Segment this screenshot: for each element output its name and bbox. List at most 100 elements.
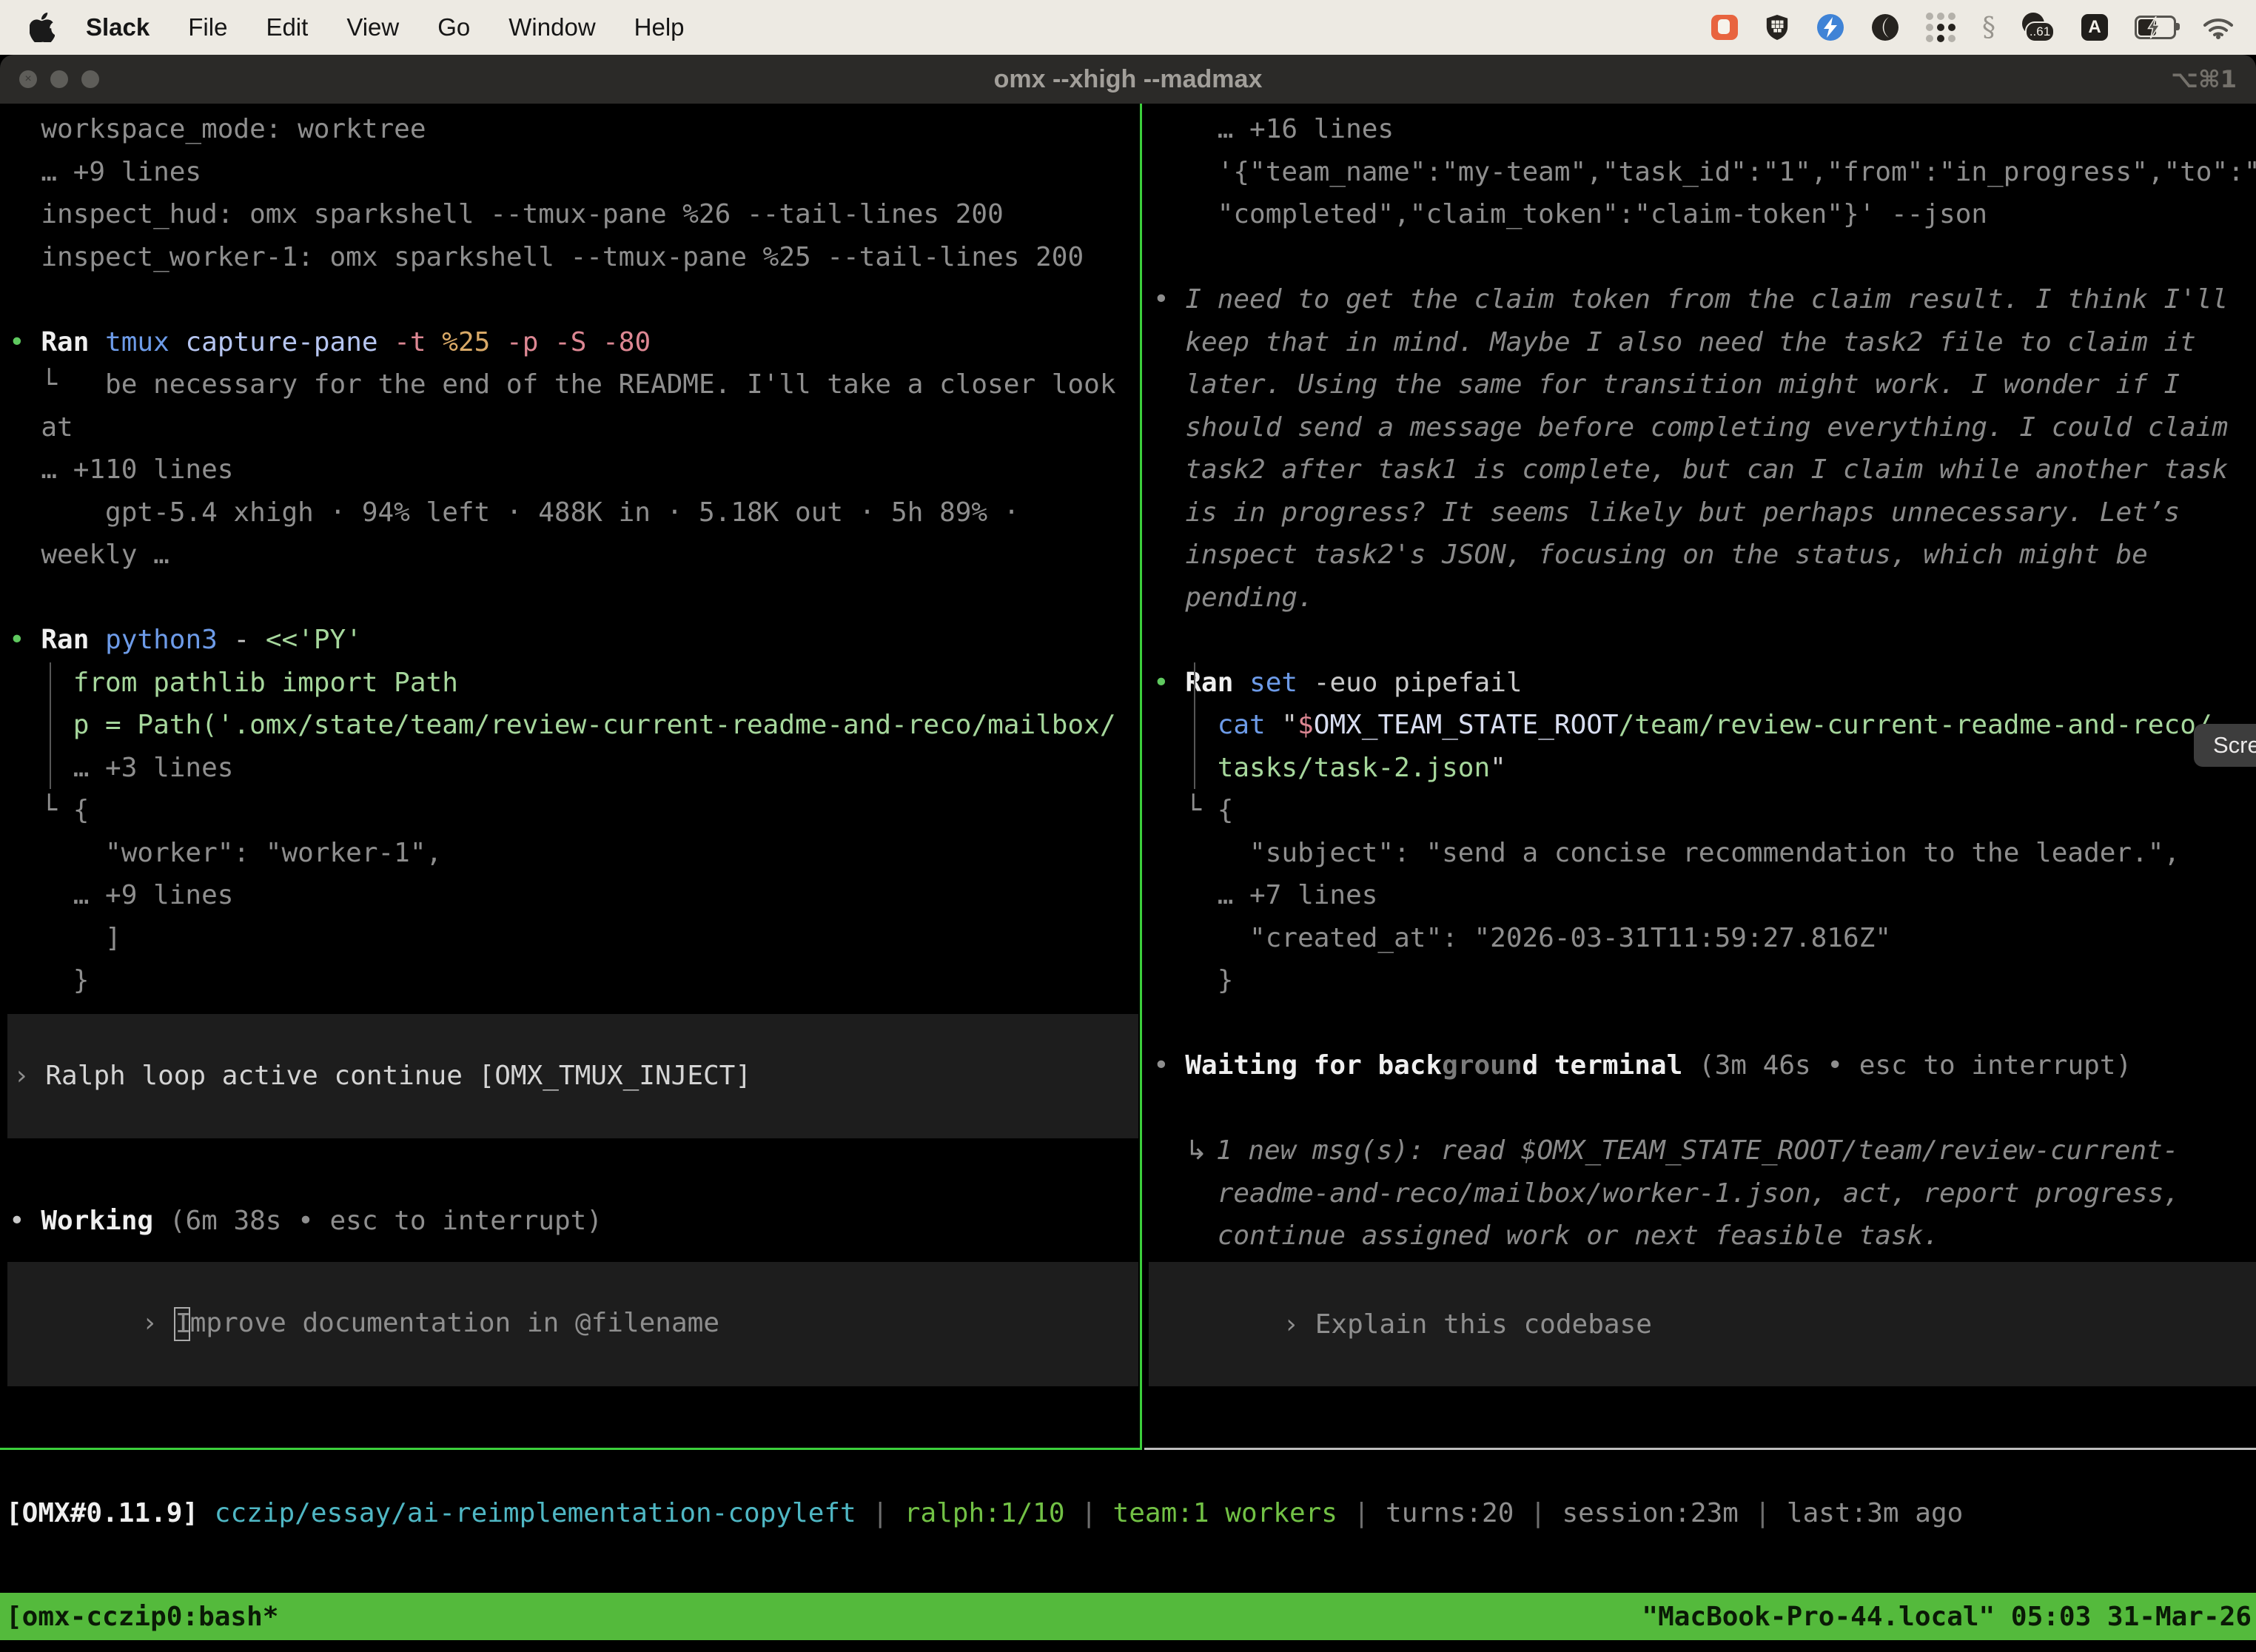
right-input-placeholder: Explain this codebase (1315, 1309, 1652, 1340)
dots-grid-icon[interactable] (1926, 13, 1955, 42)
right-pane-lines: … +16 lines '{"team_name":"my-team","tas… (1147, 108, 2256, 1300)
ralph-loop-banner: › Ralph loop active continue [OMX_TMUX_I… (7, 1014, 1138, 1138)
crescent-icon[interactable] (1871, 13, 1899, 41)
terminal-line: • Waiting for background terminal (3m 46… (1153, 1044, 2256, 1087)
terminal-line: inspect_hud: omx sparkshell --tmux-pane … (9, 193, 1140, 236)
input-source-icon[interactable]: A (2081, 14, 2108, 41)
terminal-area: workspace_mode: worktree … +9 lines insp… (0, 104, 2256, 1652)
terminal-line: … +16 lines (1153, 108, 2256, 151)
prompt-chevron-icon: › (141, 1308, 173, 1338)
terminal-line: • I need to get the claim token from the… (1153, 278, 2256, 321)
battery-icon[interactable] (2135, 16, 2176, 39)
terminal-line: } (1153, 959, 2256, 1002)
menu-item[interactable]: Edit (266, 13, 308, 41)
terminal-line: └ be necessary for the end of the README… (9, 363, 1140, 406)
apple-icon[interactable] (30, 13, 55, 42)
terminal-line: workspace_mode: worktree (9, 108, 1140, 151)
terminal-line (1153, 1002, 2256, 1045)
tmux-host-clock: "MacBook-Pro-44.local" 05:03 31-Mar-26 (1642, 1602, 2252, 1632)
minimize-button[interactable] (50, 70, 68, 88)
terminal-line (1153, 236, 2256, 279)
terminal-line: … +3 lines (9, 747, 1140, 790)
terminal-line: "worker": "worker-1", (9, 832, 1140, 875)
terminal-line: inspect_worker-1: omx sparkshell --tmux-… (9, 236, 1140, 279)
timer-badge-icon[interactable]: ..61 (2022, 13, 2055, 42)
terminal-line (9, 278, 1140, 321)
right-terminal-pane[interactable]: … +16 lines '{"team_name":"my-team","tas… (1147, 104, 2256, 1450)
terminal-line: } (9, 959, 1140, 1002)
terminal-line: └ { (1153, 789, 2256, 832)
left-pane-border (0, 1448, 1140, 1450)
left-prompt-input[interactable]: › Improve documentation in @filename (7, 1262, 1138, 1386)
terminal-line: • Ran tmux capture-pane -t %25 -p -S -80 (9, 321, 1140, 364)
menu-items: File Edit View Go Window Help (150, 13, 684, 41)
terminal-line: … +9 lines (9, 874, 1140, 917)
terminal-line: cat "$OMX_TEAM_STATE_ROOT/team/review-cu… (1153, 704, 2256, 747)
wifi-icon[interactable] (2203, 16, 2234, 39)
menu-item[interactable]: Help (634, 13, 685, 41)
terminal-line: tasks/task-2.json" (1153, 747, 2256, 790)
terminal-line: ↳ 1 new msg(s): read $OMX_TEAM_STATE_ROO… (1153, 1129, 2256, 1172)
squiggle-icon[interactable]: § (1982, 13, 1995, 43)
close-button[interactable]: × (19, 70, 37, 88)
terminal-line: task2 after task1 is complete, but can I… (1153, 449, 2256, 491)
left-input-placeholder: mprove documentation in @filename (190, 1308, 719, 1338)
terminal-line: … +110 lines (9, 449, 1140, 491)
right-prompt-input[interactable]: › Explain this codebase (1149, 1262, 2256, 1386)
ralph-loop-text: › Ralph loop active continue [OMX_TMUX_I… (7, 1055, 751, 1098)
terminal-line: … +7 lines (1153, 874, 2256, 917)
zoom-button[interactable] (81, 70, 99, 88)
terminal-line: later. Using the same for transition mig… (1153, 363, 2256, 406)
shield-icon[interactable] (1765, 13, 1790, 41)
menu-item[interactable]: Window (508, 13, 595, 41)
right-pane-border (1144, 1448, 2256, 1450)
network-bolt-icon[interactable] (1816, 13, 1844, 41)
menu-item[interactable]: View (346, 13, 399, 41)
terminal-line: pending. (1153, 577, 2256, 620)
terminal-line: p = Path('.omx/state/team/review-current… (9, 704, 1140, 747)
screen: Slack File Edit View Go Window Help § ..61 (0, 0, 2256, 1652)
menu-app-name[interactable]: Slack (86, 13, 150, 41)
timer-badge-label: ..61 (2025, 21, 2055, 42)
terminal-line: is in progress? It seems likely but perh… (1153, 491, 2256, 534)
terminal-line: gpt-5.4 xhigh · 94% left · 488K in · 5.1… (9, 491, 1140, 534)
terminal-line: at (9, 406, 1140, 449)
indent-guide (50, 662, 51, 789)
terminal-line: … +9 lines (9, 151, 1140, 194)
menu-item[interactable]: File (188, 13, 227, 41)
text-cursor: I (174, 1307, 190, 1341)
chat-bubble-icon[interactable] (1711, 15, 1738, 40)
left-terminal-pane[interactable]: workspace_mode: worktree … +9 lines insp… (0, 104, 1140, 1450)
terminal-line: continue assigned work or next feasible … (1153, 1215, 2256, 1258)
menubar-status-icons: § ..61 A (1711, 13, 2234, 43)
traffic-lights: × (19, 70, 99, 88)
screenshot-tooltip: Scre (2194, 724, 2256, 767)
menu-item[interactable]: Go (437, 13, 470, 41)
terminal-line: └ { (9, 789, 1140, 832)
tmux-session-label: [omx-cczip0:bash* (6, 1602, 278, 1632)
terminal-line: "subject": "send a concise recommendatio… (1153, 832, 2256, 875)
terminal-line: keep that in mind. Maybe I also need the… (1153, 321, 2256, 364)
terminal-line: › Ralph loop active continue [OMX_TMUX_I… (13, 1055, 751, 1098)
tmux-status-bar[interactable]: [omx-cczip0:bash* "MacBook-Pro-44.local"… (0, 1593, 2256, 1640)
window-title-bar: × omx --xhigh --madmax ⌥⌘1 (0, 55, 2256, 104)
macos-menu-bar: Slack File Edit View Go Window Help § ..61 (0, 0, 2256, 55)
left-pane-lines: workspace_mode: worktree … +9 lines insp… (0, 108, 1140, 1002)
working-status: • Working (6m 38s • esc to interrupt) (9, 1200, 602, 1243)
terminal-line: • Ran set -euo pipefail (1153, 662, 2256, 705)
terminal-line: • Working (6m 38s • esc to interrupt) (9, 1200, 602, 1243)
prompt-chevron-icon: › (1283, 1309, 1315, 1340)
terminal-line: weekly … (9, 534, 1140, 577)
terminal-line: ] (9, 917, 1140, 960)
terminal-line: from pathlib import Path (9, 662, 1140, 705)
terminal-line: should send a message before completing … (1153, 406, 2256, 449)
window-shortcut: ⌥⌘1 (2171, 65, 2237, 93)
window-title: omx --xhigh --madmax (0, 65, 2256, 94)
omx-session-status: [OMX#0.11.9] cczip/essay/ai-reimplementa… (6, 1492, 1963, 1535)
terminal-line: • Ran python3 - <<'PY' (9, 619, 1140, 662)
terminal-line: [OMX#0.11.9] cczip/essay/ai-reimplementa… (6, 1492, 1963, 1535)
indent-guide (1194, 662, 1195, 789)
terminal-line (1153, 1087, 2256, 1130)
terminal-line: '{"team_name":"my-team","task_id":"1","f… (1153, 151, 2256, 194)
pane-divider[interactable] (1140, 104, 1142, 1450)
